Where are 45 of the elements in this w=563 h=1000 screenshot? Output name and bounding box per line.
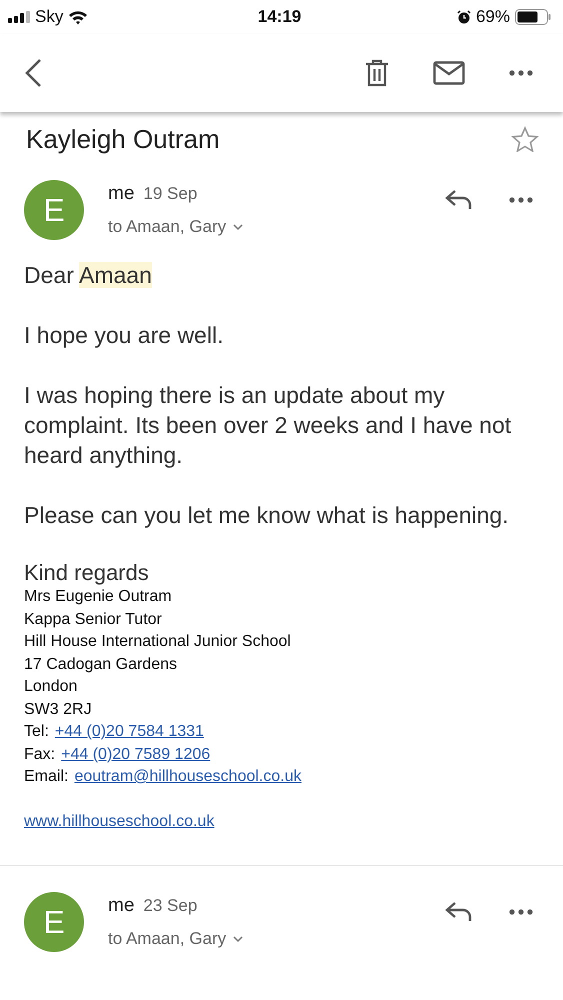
signature-label: Tel: (24, 722, 49, 742)
signature-line: SW3 2RJ (24, 700, 93, 720)
signature-line: 17 Cadogan Gardens (24, 654, 178, 674)
sender-name: me (108, 895, 134, 917)
signature-link[interactable]: +44 (0)20 7584 1331 (54, 721, 204, 744)
recipients-text: to Amaan, Gary (108, 929, 226, 949)
signature-link[interactable]: eoutram@hillhouseschool.co.uk (74, 766, 302, 788)
message-paragraph: Please can you let me know what is happening. (24, 501, 510, 530)
clock-time: 14:19 (258, 7, 302, 27)
battery-percent: 69% (476, 7, 510, 27)
closing-text: Kind regards (24, 560, 150, 586)
chevron-down-icon[interactable] (233, 936, 244, 942)
signature-link[interactable]: +44 (0)20 7589 1206 (61, 744, 210, 766)
message-date: 23 Sep (143, 896, 198, 916)
avatar: E (24, 892, 84, 952)
signature-line: Hill House International Junior School (24, 632, 292, 652)
reply-icon[interactable] (445, 901, 473, 923)
sender-name: me (108, 183, 134, 205)
battery-icon (514, 9, 551, 25)
more-icon[interactable] (509, 909, 533, 915)
email-subject: Kayleigh Outram (26, 124, 220, 154)
signature-line: Mrs Eugenie Outram (24, 587, 173, 607)
reply-icon[interactable] (445, 189, 473, 211)
wifi-icon (68, 10, 88, 24)
signature-label: Email: (24, 767, 68, 787)
more-icon[interactable] (509, 197, 533, 203)
signal-icon (8, 11, 30, 23)
star-icon[interactable] (511, 126, 539, 152)
message-date: 19 Sep (143, 184, 198, 204)
signature-line: London (24, 677, 78, 697)
greeting-text: Dear Amaan (24, 261, 153, 290)
chevron-down-icon[interactable] (233, 224, 244, 230)
carrier-name: Sky (35, 7, 64, 27)
back-icon[interactable] (24, 58, 42, 88)
signature-label: Fax: (24, 744, 56, 764)
message-paragraph: I hope you are well. (24, 321, 224, 350)
delete-icon[interactable] (365, 59, 389, 87)
signature-link[interactable]: www.hillhouseschool.co.uk (24, 810, 214, 833)
mail-icon[interactable] (433, 61, 465, 85)
message-paragraph: I was hoping there is an update about my complaint. Its been over 2 weeks and I have not heard anything. (24, 381, 512, 470)
signature-line: Kappa Senior Tutor (24, 610, 163, 630)
avatar: E (24, 180, 84, 240)
alarm-icon (456, 10, 471, 24)
more-icon[interactable] (509, 70, 533, 76)
recipients-text: to Amaan, Gary (108, 217, 226, 237)
